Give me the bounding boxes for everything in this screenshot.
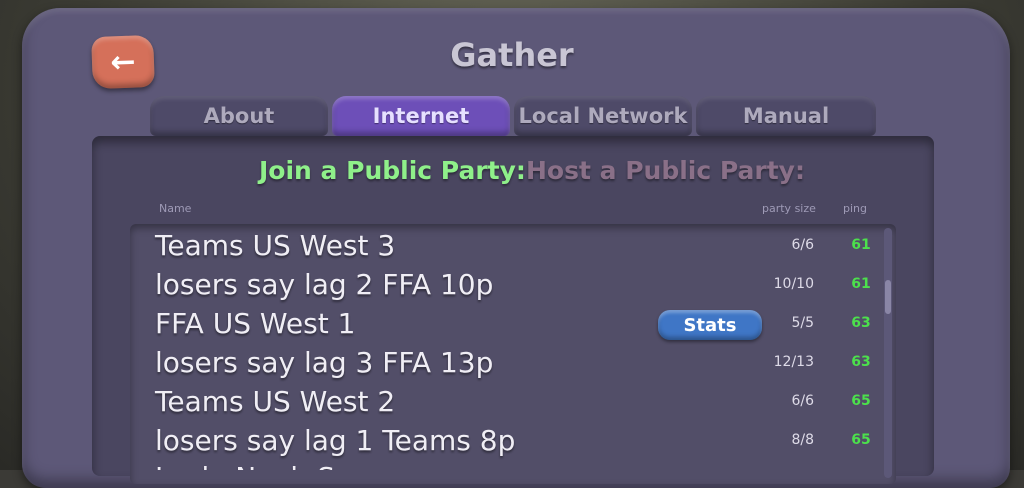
party-ping: 63 (851, 315, 871, 331)
party-ping: 65 (851, 393, 871, 409)
party-size: 6/6 (791, 393, 814, 409)
party-size: 5/5 (791, 315, 814, 331)
tab-local-network[interactable]: Local Network (514, 96, 692, 136)
party-row-selected[interactable]: FFA US West 1 Stats 5/5 63 (130, 304, 896, 343)
party-name: losers say lag 2 FFA 10p (155, 268, 494, 301)
party-name: losers say lag 1 Teams 8p (155, 424, 516, 457)
party-ping: 61 (851, 237, 871, 253)
party-row[interactable]: Teams US West 2 6/6 65 (130, 382, 896, 421)
column-header-name: Name (159, 202, 192, 215)
party-size: 12/13 (773, 354, 814, 370)
party-size: 6/6 (791, 237, 814, 253)
party-size: 8/8 (791, 432, 814, 448)
tab-internet[interactable]: Internet (332, 96, 510, 136)
party-name: FFA US West 1 (155, 307, 356, 340)
tab-about[interactable]: About (150, 96, 328, 136)
party-list[interactable]: Teams US West 3 6/6 61 losers say lag 2 … (130, 224, 896, 484)
party-row[interactable]: Jordo Noob Soccer 2/6 67 (130, 458, 896, 470)
party-size: 2/6 (730, 458, 814, 470)
party-row[interactable]: losers say lag 2 FFA 10p 10/10 61 (130, 265, 896, 304)
join-public-party-tab[interactable]: Join a Public Party: (259, 156, 526, 185)
party-name: Teams US West 2 (155, 385, 396, 418)
party-row[interactable]: Teams US West 3 6/6 61 (130, 226, 896, 265)
party-name: Teams US West 3 (155, 229, 396, 262)
party-ping: 61 (851, 276, 871, 292)
page-title: Gather (450, 36, 574, 74)
column-header-party-size: party size (762, 202, 816, 215)
column-header-ping: ping (843, 202, 867, 215)
party-ping: 63 (851, 354, 871, 370)
tab-manual[interactable]: Manual (696, 96, 876, 136)
scrollbar-thumb[interactable] (885, 280, 891, 314)
party-row[interactable]: losers say lag 1 Teams 8p 8/8 65 (130, 421, 896, 460)
party-name: Jordo Noob Soccer (155, 458, 412, 470)
party-size: 10/10 (773, 276, 814, 292)
host-public-party-tab[interactable]: Host a Public Party: (526, 156, 805, 185)
party-name: losers say lag 3 FFA 13p (155, 346, 494, 379)
party-ping: 65 (851, 432, 871, 448)
party-row[interactable]: losers say lag 3 FFA 13p 12/13 63 (130, 343, 896, 382)
party-ping: 67 (848, 458, 874, 470)
scrollbar-track[interactable] (884, 228, 892, 478)
